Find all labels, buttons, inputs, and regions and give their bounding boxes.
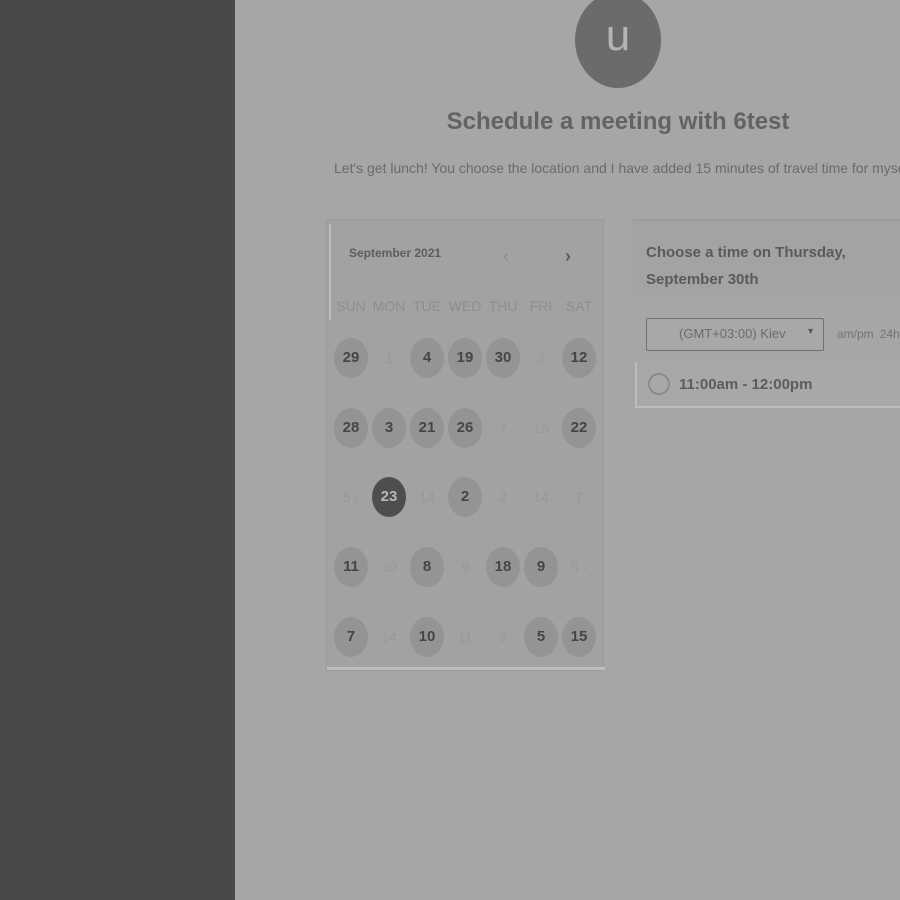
- calendar-day: 7: [499, 420, 507, 436]
- calendar-day[interactable]: 12: [562, 338, 596, 378]
- weekday-label: SAT: [565, 298, 593, 314]
- calendar-day[interactable]: 22: [562, 408, 596, 448]
- calendar-day: 14: [419, 489, 435, 505]
- time-header: Choose a time on Thursday, September 30t…: [633, 219, 900, 296]
- weekday-label: TUE: [413, 298, 441, 314]
- time-slot-label: 11:00am - 12:00pm: [679, 376, 813, 393]
- weekday-label: SUN: [336, 298, 366, 314]
- timezone-select[interactable]: (GMT+03:00) Kiev ▼: [646, 318, 824, 351]
- avatar: u: [575, 0, 661, 88]
- left-panel: [0, 0, 235, 900]
- calendar-day-selected[interactable]: 23: [372, 477, 406, 517]
- chevron-left-icon[interactable]: ‹: [495, 244, 517, 268]
- calendar-day: 1: [385, 350, 393, 366]
- calendar: September 2021 ‹ › SUN MON TUE WED THU FRI SAT…: [326, 219, 605, 671]
- weekday-label: THU: [488, 298, 518, 314]
- format-24h-option[interactable]: 24h: [880, 327, 900, 341]
- calendar-bottom-accent: [327, 667, 605, 670]
- caret-down-icon: ▼: [806, 326, 815, 336]
- calendar-accent: [329, 224, 331, 320]
- calendar-day[interactable]: 26: [448, 408, 482, 448]
- weekday-label: MON: [372, 298, 406, 314]
- weekday-label: WED: [448, 298, 482, 314]
- calendar-day[interactable]: 18: [486, 547, 520, 587]
- time-format-toggle: am/pm 24h: [837, 327, 900, 341]
- calendar-day: 14: [533, 489, 549, 505]
- format-ampm-option[interactable]: am/pm: [837, 327, 874, 341]
- radio-icon[interactable]: [648, 373, 670, 395]
- time-panel: Choose a time on Thursday, September 30t…: [633, 219, 900, 409]
- timezone-value: (GMT+03:00) Kiev: [679, 326, 786, 341]
- calendar-day[interactable]: 2: [448, 477, 482, 517]
- calendar-day: 14: [381, 629, 397, 645]
- page-title: Schedule a meeting with 6test: [446, 108, 790, 135]
- calendar-day[interactable]: 19: [448, 338, 482, 378]
- calendar-day: 7: [575, 489, 583, 505]
- calendar-day[interactable]: 7: [334, 617, 368, 657]
- calendar-day: 11: [457, 629, 473, 645]
- calendar-day[interactable]: 15: [562, 617, 596, 657]
- calendar-day[interactable]: 5: [524, 617, 558, 657]
- calendar-day[interactable]: 9: [524, 547, 558, 587]
- calendar-day[interactable]: 8: [410, 547, 444, 587]
- calendar-day[interactable]: 3: [372, 408, 406, 448]
- calendar-day[interactable]: 29: [334, 338, 368, 378]
- scheduling-main: u Schedule a meeting with 6test Let's ge…: [235, 0, 900, 900]
- time-heading: Choose a time on Thursday, September 30t…: [646, 244, 846, 288]
- calendar-day[interactable]: 11: [334, 547, 368, 587]
- calendar-day[interactable]: 28: [334, 408, 368, 448]
- calendar-day[interactable]: 10: [410, 617, 444, 657]
- calendar-day: 30: [381, 559, 397, 575]
- weekday-label: FRI: [529, 298, 553, 314]
- page-subtitle: Let's get lunch! You choose the location…: [334, 160, 900, 176]
- time-slot[interactable]: 11:00am - 12:00pm: [635, 362, 900, 408]
- calendar-day: 5 ›: [342, 489, 360, 505]
- calendar-month-label: September 2021: [349, 246, 442, 260]
- calendar-day: 9: [461, 559, 469, 575]
- calendar-day[interactable]: 30: [486, 338, 520, 378]
- calendar-day: 15: [533, 420, 549, 436]
- calendar-day: 3: [537, 350, 545, 366]
- calendar-day[interactable]: 21: [410, 408, 444, 448]
- calendar-day: 5 ›: [570, 559, 588, 575]
- calendar-day[interactable]: 4: [410, 338, 444, 378]
- calendar-day: 3: [499, 629, 507, 645]
- chevron-right-icon[interactable]: ›: [557, 244, 579, 268]
- calendar-day: 2: [499, 489, 507, 505]
